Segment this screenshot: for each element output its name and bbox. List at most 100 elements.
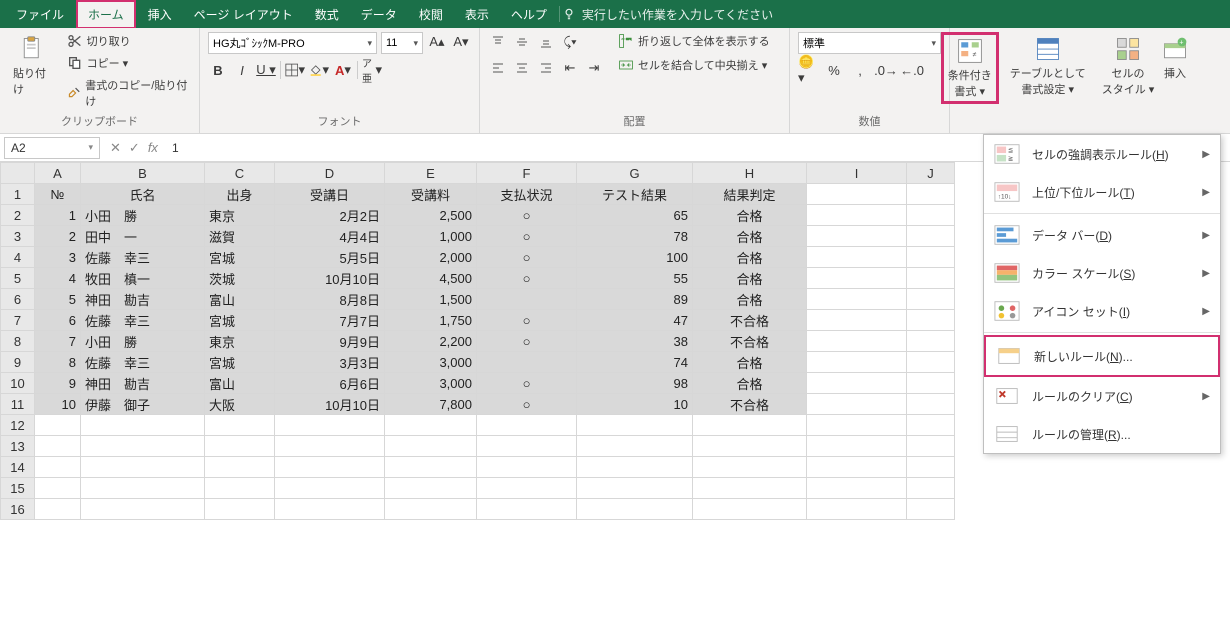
cell[interactable] [693,415,807,436]
cell[interactable] [205,436,275,457]
cell[interactable] [477,352,577,373]
row-head-14[interactable]: 14 [1,457,35,478]
cell[interactable] [807,352,907,373]
row-head-8[interactable]: 8 [1,331,35,352]
cell[interactable] [205,499,275,520]
cell[interactable] [385,499,477,520]
cell[interactable] [807,478,907,499]
cell[interactable]: 6月6日 [275,373,385,394]
hdr-origin[interactable]: 出身 [205,184,275,205]
cell[interactable]: 茨城 [205,268,275,289]
table-row[interactable]: 65神田 勘吉富山8月8日1,50089合格 [1,289,955,310]
cell[interactable] [907,394,955,415]
cell[interactable] [907,352,955,373]
cell[interactable]: 神田 勘吉 [81,289,205,310]
cell[interactable]: 5 [35,289,81,310]
cell[interactable]: 38 [577,331,693,352]
table-row[interactable]: 16 [1,499,955,520]
cell[interactable]: 神田 勘吉 [81,373,205,394]
table-row[interactable]: 21小田 勝東京2月2日2,500○65合格 [1,205,955,226]
cell[interactable]: 74 [577,352,693,373]
cell[interactable] [693,436,807,457]
cell[interactable] [807,415,907,436]
col-head-B[interactable]: B [81,163,205,184]
col-head-I[interactable]: I [807,163,907,184]
cell[interactable] [807,268,907,289]
hdr-fee[interactable]: 受講料 [385,184,477,205]
cell[interactable] [275,415,385,436]
col-head-E[interactable]: E [385,163,477,184]
cell[interactable] [81,436,205,457]
cell[interactable] [807,205,907,226]
cell[interactable]: 78 [577,226,693,247]
cell[interactable] [477,415,577,436]
cell[interactable] [577,415,693,436]
row-head-15[interactable]: 15 [1,478,35,499]
row-head-10[interactable]: 10 [1,373,35,394]
table-row[interactable]: 14 [1,457,955,478]
decrease-decimal-button[interactable]: ←.0 [902,60,922,80]
cell[interactable]: 4,500 [385,268,477,289]
cell[interactable]: 宮城 [205,310,275,331]
hdr-name[interactable]: 氏名 [81,184,205,205]
cell[interactable] [907,226,955,247]
col-head-A[interactable]: A [35,163,81,184]
cell[interactable] [385,478,477,499]
cell[interactable]: ○ [477,394,577,415]
cell-I1[interactable] [807,184,907,205]
cell[interactable] [907,373,955,394]
cell[interactable]: 合格 [693,247,807,268]
cell[interactable]: 宮城 [205,247,275,268]
table-row[interactable]: 98佐藤 幸三宮城3月3日3,00074合格 [1,352,955,373]
hdr-pay[interactable]: 支払状況 [477,184,577,205]
menu-clear-rules[interactable]: ルールのクリア(C) ▶ [984,377,1220,415]
menu-databar[interactable]: データ バー(D) ▶ [984,216,1220,254]
wrap-text-button[interactable]: ab 折り返して全体を表示する [616,32,772,50]
cell[interactable]: 不合格 [693,310,807,331]
cell[interactable]: 合格 [693,289,807,310]
cancel-fx-icon[interactable]: ✕ [110,140,121,156]
increase-indent-button[interactable]: ⇥ [584,58,604,78]
cell[interactable] [81,415,205,436]
cell[interactable] [907,289,955,310]
cell[interactable] [693,478,807,499]
row-head-3[interactable]: 3 [1,226,35,247]
align-top-button[interactable] [488,32,508,52]
cell[interactable]: ○ [477,247,577,268]
cell[interactable] [807,310,907,331]
cell[interactable]: 1,750 [385,310,477,331]
align-center-button[interactable] [512,58,532,78]
cell[interactable] [205,478,275,499]
cell[interactable]: 東京 [205,331,275,352]
menu-iconset[interactable]: アイコン セット(I) ▶ [984,292,1220,330]
cell[interactable]: 3,000 [385,352,477,373]
row-head-2[interactable]: 2 [1,205,35,226]
cell[interactable]: 65 [577,205,693,226]
cell[interactable]: 田中 一 [81,226,205,247]
cell[interactable] [907,478,955,499]
cell[interactable] [205,415,275,436]
cell[interactable]: 2,000 [385,247,477,268]
orientation-button[interactable]: ⤹▾ [560,32,580,52]
cell[interactable]: ○ [477,226,577,247]
cell[interactable] [477,289,577,310]
cell[interactable]: 89 [577,289,693,310]
row-head-16[interactable]: 16 [1,499,35,520]
tab-help[interactable]: ヘルプ [501,2,557,27]
cell[interactable] [907,331,955,352]
cell[interactable] [275,499,385,520]
cell[interactable]: 7 [35,331,81,352]
cell[interactable] [907,457,955,478]
table-row[interactable]: 1110伊藤 御子大阪10月10日7,800○10不合格 [1,394,955,415]
tab-review[interactable]: 校閲 [409,2,453,27]
cell[interactable] [907,247,955,268]
cell[interactable]: 1,000 [385,226,477,247]
decrease-indent-button[interactable]: ⇤ [560,58,580,78]
cell[interactable] [577,499,693,520]
table-row[interactable]: 54牧田 槙一茨城10月10日4,500○55合格 [1,268,955,289]
cell[interactable]: 2,200 [385,331,477,352]
menu-manage-rules[interactable]: ルールの管理(R)... [984,415,1220,453]
cell[interactable] [205,457,275,478]
align-bottom-button[interactable] [536,32,556,52]
cell[interactable]: 98 [577,373,693,394]
